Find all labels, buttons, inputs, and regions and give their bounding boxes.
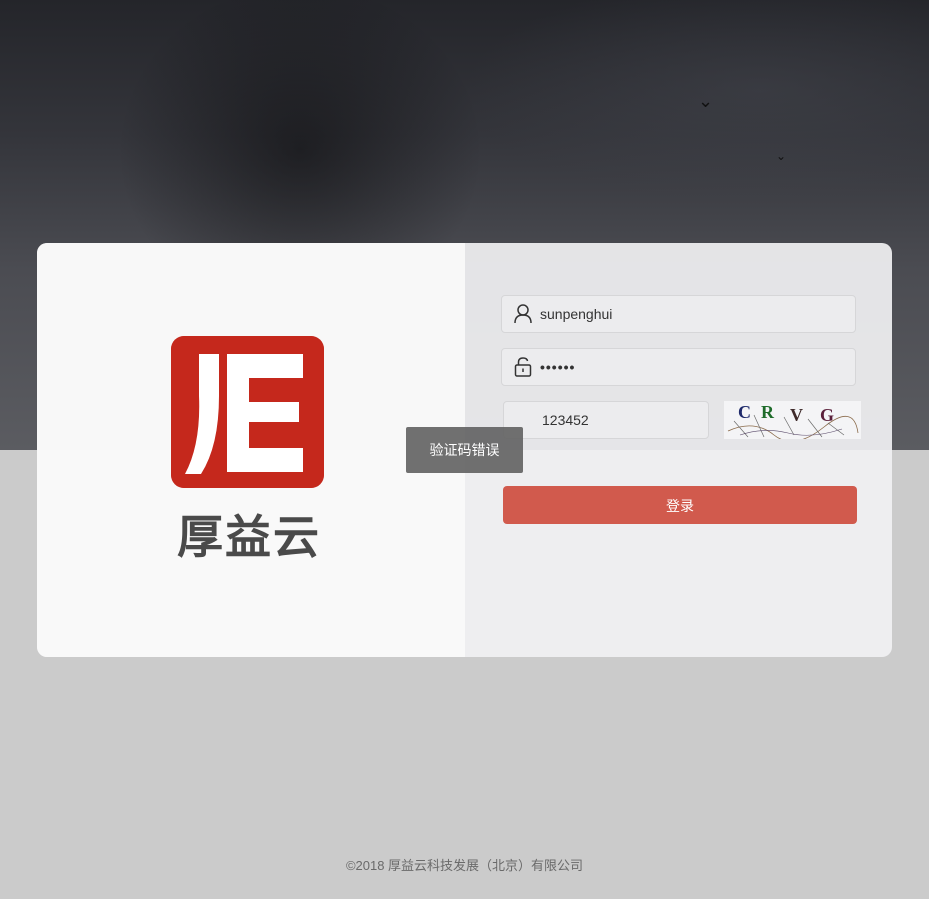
captcha-field[interactable] <box>503 401 709 439</box>
brand-name: 厚益云 <box>177 510 321 564</box>
error-toast: 验证码错误 <box>406 427 523 473</box>
username-input[interactable] <box>540 296 840 332</box>
svg-text:V: V <box>790 405 803 425</box>
logo-mark-graphic <box>171 336 324 488</box>
captcha-graphic: C R V G <box>724 401 861 442</box>
user-icon <box>514 304 532 324</box>
captcha-image[interactable]: C R V G <box>724 401 861 442</box>
captcha-input[interactable] <box>542 402 692 438</box>
svg-text:G: G <box>820 405 834 425</box>
username-field[interactable] <box>501 295 856 333</box>
hyc-logo-icon <box>171 336 324 488</box>
svg-text:R: R <box>761 402 775 422</box>
password-field[interactable] <box>501 348 856 386</box>
svg-text:C: C <box>738 402 751 422</box>
lock-icon <box>514 357 532 377</box>
login-button[interactable]: 登录 <box>503 486 857 524</box>
bird-icon: ⌄ <box>698 91 714 111</box>
bird-icon: ⌄ <box>776 149 787 163</box>
password-input[interactable] <box>540 349 840 385</box>
footer-copyright: ©2018 厚益云科技发展（北京）有限公司 <box>345 858 584 873</box>
brand-panel: 厚益云 <box>37 243 465 657</box>
